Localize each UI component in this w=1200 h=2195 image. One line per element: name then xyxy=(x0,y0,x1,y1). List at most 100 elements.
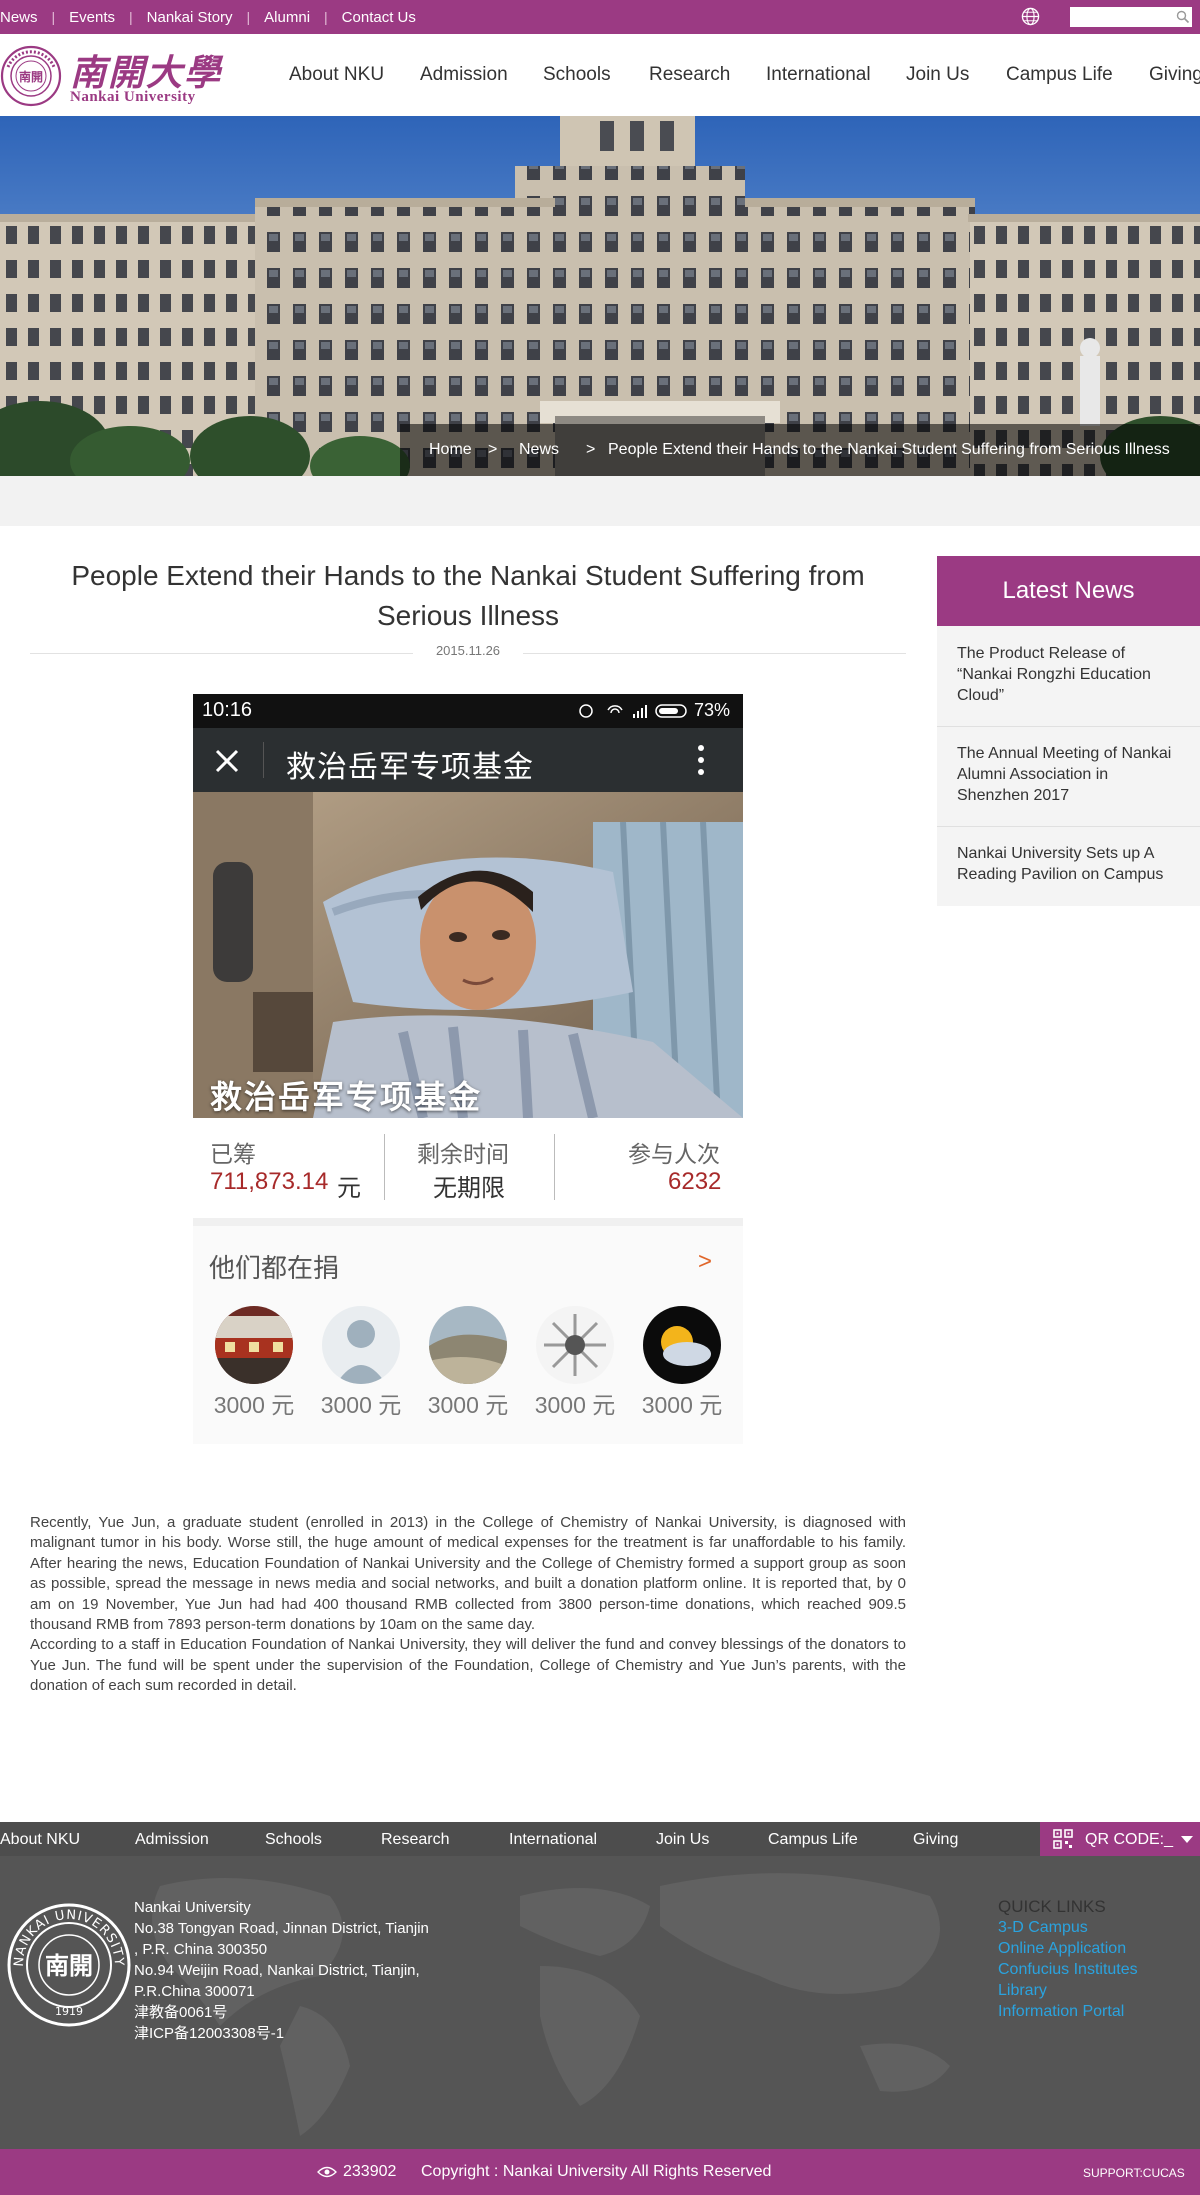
footer-nav: About NKU Admission Schools Research Int… xyxy=(0,1822,1200,1856)
breadcrumb-home[interactable]: Home xyxy=(429,441,472,459)
participants-label: 参与人次 xyxy=(628,1141,720,1167)
nav-research[interactable]: Research xyxy=(649,64,730,86)
footer-nav-admission[interactable]: Admission xyxy=(135,1831,209,1849)
donor-avatar xyxy=(429,1306,507,1384)
status-time: 10:16 xyxy=(202,699,253,721)
article-date: 2015.11.26 xyxy=(413,643,523,658)
raised-unit: 元 xyxy=(337,1175,361,1202)
quick-links-title: QUICK LINKS xyxy=(998,1897,1106,1916)
footer-nav-international[interactable]: International xyxy=(509,1831,597,1849)
qr-code-icon xyxy=(1053,1829,1073,1849)
breadcrumb-separator: > xyxy=(488,441,498,458)
status-battery: 73% xyxy=(694,700,731,720)
address-line: No.94 Weijin Road, Nankai District, Tian… xyxy=(134,1962,420,1979)
breadcrumb-news[interactable]: News xyxy=(519,441,559,459)
article-title: People Extend their Hands to the Nankai … xyxy=(71,560,865,631)
nav-giving[interactable]: Giving xyxy=(1149,64,1200,86)
quick-link-online-application[interactable]: Online Application xyxy=(998,1940,1126,1958)
footer-nav-research[interactable]: Research xyxy=(381,1831,449,1849)
address-line: 津教备0061号 xyxy=(134,2004,228,2021)
nav-campus-life[interactable]: Campus Life xyxy=(1006,64,1113,86)
footer-seal-logo: 南開 NANKAI UNIVERSITY 1919 xyxy=(7,1903,131,2027)
list-divider xyxy=(937,726,1200,727)
article-paragraph: According to a staff in Education Founda… xyxy=(30,1636,906,1695)
qr-code-label: QR CODE:_ xyxy=(1085,1831,1174,1848)
footer-nav-schools[interactable]: Schools xyxy=(265,1831,322,1849)
status-icons xyxy=(579,704,687,718)
top-link-news[interactable]: News xyxy=(0,9,38,26)
donor-amount: 3000 元 xyxy=(534,1392,616,1418)
copyright-text: Copyright : Nankai University All Rights… xyxy=(421,2163,772,2180)
top-bar: News | Events | Nankai Story | Alumni | … xyxy=(0,0,1200,34)
article-paragraph: Recently, Yue Jun, a graduate student (e… xyxy=(30,1514,906,1634)
breadcrumb: Home > News > People Extend their Hands … xyxy=(400,424,1200,476)
breadcrumb-current: People Extend their Hands to the Nankai … xyxy=(608,441,1170,458)
photo-caption: 救治岳军专项基金 xyxy=(210,1079,483,1115)
donor-amount: 3000 元 xyxy=(427,1392,509,1418)
nav-admission[interactable]: Admission xyxy=(420,64,508,86)
donor-amount: 3000 元 xyxy=(213,1392,295,1418)
footer-nav-giving[interactable]: Giving xyxy=(913,1831,958,1849)
footer-nav-about-nku[interactable]: About NKU xyxy=(0,1831,80,1849)
donor-avatar xyxy=(536,1306,614,1384)
separator: | xyxy=(246,9,251,25)
donor-item: 3000 元 xyxy=(423,1306,513,1420)
latest-news-item[interactable]: The Product Release of “Nankai Rongzhi E… xyxy=(937,643,1200,706)
bar-divider xyxy=(263,742,264,778)
copyright-bar: 233902 Copyright : Nankai University All… xyxy=(0,2149,1200,2195)
search-input[interactable] xyxy=(1070,7,1192,27)
donor-amount: 3000 元 xyxy=(641,1392,723,1418)
globe-icon[interactable] xyxy=(1021,7,1040,26)
close-icon xyxy=(215,749,239,773)
separator: | xyxy=(129,9,133,25)
eye-icon xyxy=(317,2166,337,2178)
top-link-nankai-story[interactable]: Nankai Story xyxy=(147,9,233,26)
breadcrumb-separator: > xyxy=(586,441,596,458)
quick-link-information-portal[interactable]: Information Portal xyxy=(998,2003,1124,2021)
address-line: No.38 Tongyan Road, Jinnan District, Tia… xyxy=(134,1920,429,1937)
latest-news-item[interactable]: The Annual Meeting of Nankai Alumni Asso… xyxy=(937,743,1200,806)
top-link-events[interactable]: Events xyxy=(69,9,115,26)
stats-divider xyxy=(384,1134,385,1200)
top-links: News | Events | Nankai Story | Alumni | … xyxy=(0,0,416,34)
donor-avatar xyxy=(322,1306,400,1384)
footer-nav-campus-life[interactable]: Campus Life xyxy=(768,1831,858,1849)
raised-value: 711,873.14 xyxy=(210,1168,329,1195)
address-line: 津ICP备12003308号-1 xyxy=(134,2025,285,2042)
divider-strip xyxy=(0,476,1200,526)
qr-code-dropdown[interactable]: QR CODE:_ xyxy=(1040,1822,1200,1856)
campus-building-photo xyxy=(0,116,1200,476)
address-line: P.R.China 300071 xyxy=(134,1983,255,2000)
address-line: , P.R. China 300350 xyxy=(134,1941,268,1958)
nav-international[interactable]: International xyxy=(766,64,871,86)
quick-link-confucius-institutes[interactable]: Confucius Institutes xyxy=(998,1961,1138,1979)
top-link-contact-us[interactable]: Contact Us xyxy=(342,9,416,26)
stats-divider xyxy=(554,1134,555,1200)
donation-screenshot: 10:16 73% 救治岳军专项基金 救治岳军专项基金 已筹 711,873.1… xyxy=(193,694,743,1444)
phone-title-bar: 救治岳军专项基金 xyxy=(193,728,743,792)
footer-nav-join-us[interactable]: Join Us xyxy=(656,1831,709,1849)
address-line: Nankai University xyxy=(134,1899,251,1916)
quick-link-library[interactable]: Library xyxy=(998,1982,1047,2000)
separator: | xyxy=(51,9,56,25)
latest-news-list: The Product Release of “Nankai Rongzhi E… xyxy=(937,626,1200,906)
search-icon[interactable] xyxy=(1176,10,1190,24)
donor-avatar xyxy=(643,1306,721,1384)
support-credit[interactable]: SUPPORT:CUCAS xyxy=(1083,2166,1185,2180)
nav-join-us[interactable]: Join Us xyxy=(906,64,969,86)
remaining-time-label: 剩余时间 xyxy=(417,1141,509,1167)
donor-item: 3000 元 xyxy=(637,1306,727,1420)
remaining-time-value: 无期限 xyxy=(433,1175,505,1202)
phone-status-bar: 10:16 73% xyxy=(193,694,743,728)
donor-item: 3000 元 xyxy=(316,1306,406,1420)
nav-about-nku[interactable]: About NKU xyxy=(289,64,384,86)
site-footer: 南開 NANKAI UNIVERSITY 1919 Nankai Univers… xyxy=(0,1856,1200,2149)
donor-amount: 3000 元 xyxy=(320,1392,402,1418)
phone-page-title: 救治岳军专项基金 xyxy=(286,751,534,784)
nav-schools[interactable]: Schools xyxy=(543,64,611,86)
banner-image xyxy=(0,116,1200,476)
donors-section: 他们都在捐 > 3000 元 3000 元 3000 元 3000 元 3000… xyxy=(193,1226,743,1444)
top-link-alumni[interactable]: Alumni xyxy=(264,9,310,26)
quick-link-3d-campus[interactable]: 3-D Campus xyxy=(998,1919,1088,1937)
latest-news-item[interactable]: Nankai University Sets up A Reading Pavi… xyxy=(937,843,1200,885)
